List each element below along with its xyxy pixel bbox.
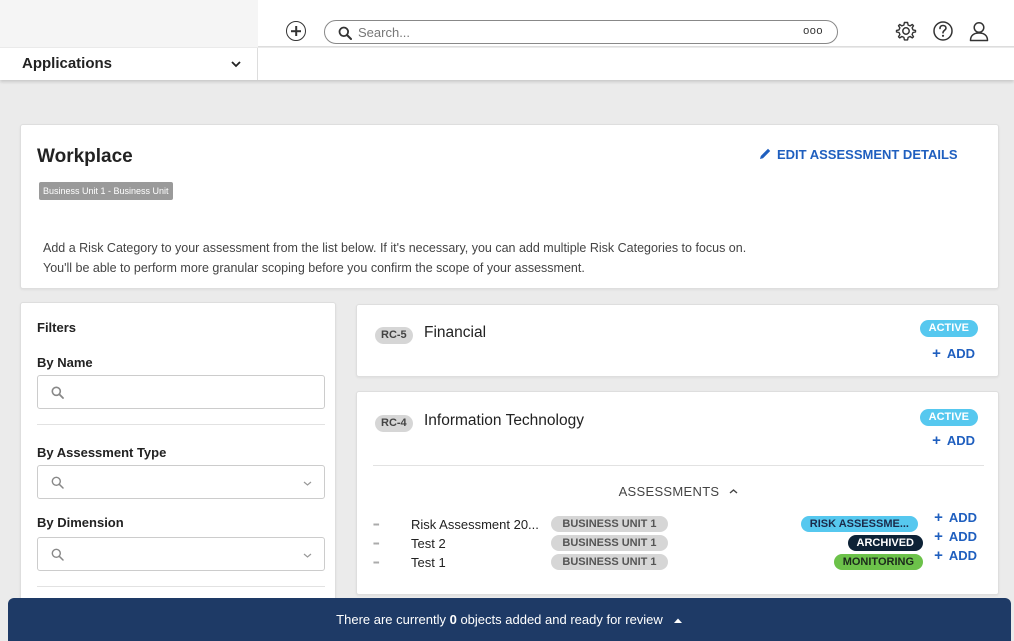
filters-title: Filters	[37, 320, 77, 335]
add-category-button[interactable]: + ADD	[932, 432, 975, 449]
add-category-button[interactable]: + ADD	[932, 345, 975, 362]
add-label: ADD	[948, 529, 977, 544]
review-footer-bar[interactable]: There are currently 0 objects added and …	[8, 598, 1011, 641]
business-unit-badge: Business Unit 1 - Business Unit	[39, 182, 173, 200]
dimension-select[interactable]	[37, 537, 325, 571]
status-badge: RISK ASSESSME...	[800, 516, 918, 532]
assessments-header: ASSESSMENTS	[618, 484, 720, 499]
chevron-up-icon	[729, 489, 738, 494]
objects-count: 0	[449, 612, 457, 627]
filters-panel: Filters By Name By Assessment Type By Di…	[20, 302, 336, 602]
footer-text-after: objects added and ready for review	[456, 612, 663, 627]
assessment-name: Risk Assessment 20...	[411, 517, 539, 532]
name-filter-input[interactable]	[37, 375, 325, 409]
business-unit-badge: BUSINESS UNIT 1	[551, 554, 668, 570]
assessment-row[interactable]: ▪▪▪ Test 2 BUSINESS UNIT 1 ARCHIVED + ADD	[357, 528, 1000, 553]
plus-icon: +	[934, 528, 943, 545]
search-options-icon[interactable]: ooo	[803, 25, 823, 37]
business-unit-badge: BUSINESS UNIT 1	[551, 516, 668, 532]
risk-category-code: RC-4	[375, 415, 413, 432]
risk-category-code: RC-5	[375, 327, 413, 344]
add-assessment-button[interactable]: + ADD	[934, 509, 977, 526]
assessment-name: Test 1	[411, 555, 446, 570]
edit-assessment-details-button[interactable]: EDIT ASSESSMENT DETAILS	[759, 147, 958, 162]
assessment-row[interactable]: ▪▪▪ Test 1 BUSINESS UNIT 1 MONITORING + A…	[357, 547, 1000, 572]
gear-icon[interactable]	[895, 20, 917, 42]
add-label: ADD	[948, 548, 977, 563]
by-assessment-type-label: By Assessment Type	[37, 445, 167, 460]
chevron-up-icon[interactable]	[673, 617, 683, 624]
add-label: ADD	[948, 510, 977, 525]
risk-category-card: RC-4 Information Technology ACTIVE + ADD …	[356, 391, 999, 595]
drag-handle-icon[interactable]: ▪▪▪	[373, 539, 379, 548]
pencil-icon	[760, 148, 771, 159]
assessments-toggle[interactable]: ASSESSMENTS	[357, 484, 1000, 499]
page-title: Workplace	[37, 146, 133, 167]
assessment-header-card: Workplace Business Unit 1 - Business Uni…	[20, 124, 999, 289]
applications-bar: Applications	[0, 48, 1014, 80]
chevron-down-icon	[303, 553, 312, 558]
description-line-1: Add a Risk Category to your assessment f…	[43, 241, 747, 255]
by-dimension-label: By Dimension	[37, 515, 124, 530]
description-line-2: You'll be able to perform more granular …	[43, 261, 585, 275]
applications-label: Applications	[22, 55, 113, 72]
search-icon	[51, 548, 64, 561]
business-unit-badge: BUSINESS UNIT 1	[551, 535, 668, 551]
drag-handle-icon[interactable]: ▪▪▪	[373, 558, 379, 567]
plus-icon: +	[934, 547, 943, 564]
add-label: ADD	[946, 433, 975, 448]
chevron-down-icon	[303, 481, 312, 486]
footer-text-before: There are currently	[336, 612, 450, 627]
search-icon	[338, 26, 352, 40]
help-icon[interactable]	[932, 20, 954, 42]
add-assessment-button[interactable]: + ADD	[934, 528, 977, 545]
add-circle-icon[interactable]	[286, 21, 306, 41]
status-badge: ACTIVE	[919, 320, 978, 337]
chevron-down-icon	[231, 61, 241, 68]
drag-handle-icon[interactable]: ▪▪▪	[373, 520, 379, 529]
plus-icon: +	[932, 345, 941, 362]
status-badge: ACTIVE	[919, 409, 978, 426]
assessment-type-select[interactable]	[37, 465, 325, 499]
review-status-text: There are currently 0 objects added and …	[8, 612, 1011, 627]
add-label: ADD	[946, 346, 975, 361]
search-input[interactable]: Search... ooo	[324, 20, 838, 44]
status-badge: MONITORING	[833, 554, 923, 570]
status-badge: ARCHIVED	[847, 535, 923, 551]
assessment-name: Test 2	[411, 536, 446, 551]
plus-icon: +	[932, 432, 941, 449]
user-icon[interactable]	[968, 20, 990, 42]
assessment-description: Add a Risk Category to your assessment f…	[43, 238, 746, 278]
edit-assessment-details-label: EDIT ASSESSMENT DETAILS	[777, 147, 958, 162]
risk-category-card: RC-5 Financial ACTIVE + ADD	[356, 304, 999, 377]
search-icon	[51, 476, 64, 489]
search-icon	[51, 386, 64, 399]
filter-divider	[37, 424, 325, 425]
plus-icon: +	[934, 509, 943, 526]
applications-dropdown[interactable]: Applications	[0, 48, 258, 80]
by-name-label: By Name	[37, 355, 93, 370]
logo-area	[0, 0, 258, 47]
risk-category-name: Information Technology	[424, 412, 584, 429]
category-divider	[373, 465, 984, 466]
assessment-row[interactable]: ▪▪▪ Risk Assessment 20... BUSINESS UNIT …	[357, 509, 1000, 534]
add-assessment-button[interactable]: + ADD	[934, 547, 977, 564]
search-placeholder: Search...	[358, 25, 411, 40]
risk-category-name: Financial	[424, 324, 487, 341]
top-bar: Search... ooo	[0, 0, 1014, 47]
filter-divider	[37, 586, 325, 587]
